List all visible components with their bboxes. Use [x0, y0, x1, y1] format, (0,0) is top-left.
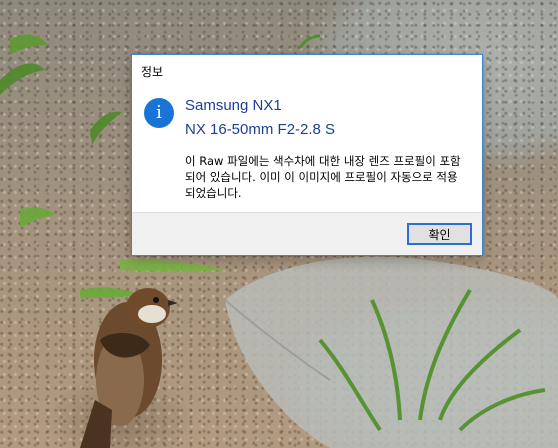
camera-model: Samsung NX1	[185, 97, 282, 114]
sparrow	[80, 288, 178, 448]
dialog-title: 정보	[141, 65, 164, 79]
dialog-titlebar: 정보	[132, 55, 482, 85]
dialog-message: 이 Raw 파일에는 색수차에 대한 내장 렌즈 프로필이 포함되어 있습니다.…	[185, 154, 461, 200]
info-dialog: 정보 i Samsung NX1 NX 16-50mm F2-2.8 S 이 R…	[131, 54, 483, 256]
dialog-footer: 확인	[132, 212, 482, 255]
dialog-body: i Samsung NX1 NX 16-50mm F2-2.8 S 이 Raw …	[132, 85, 482, 213]
info-icon: i	[144, 98, 174, 128]
ok-button[interactable]: 확인	[407, 223, 472, 245]
lens-model: NX 16-50mm F2-2.8 S	[185, 121, 336, 138]
